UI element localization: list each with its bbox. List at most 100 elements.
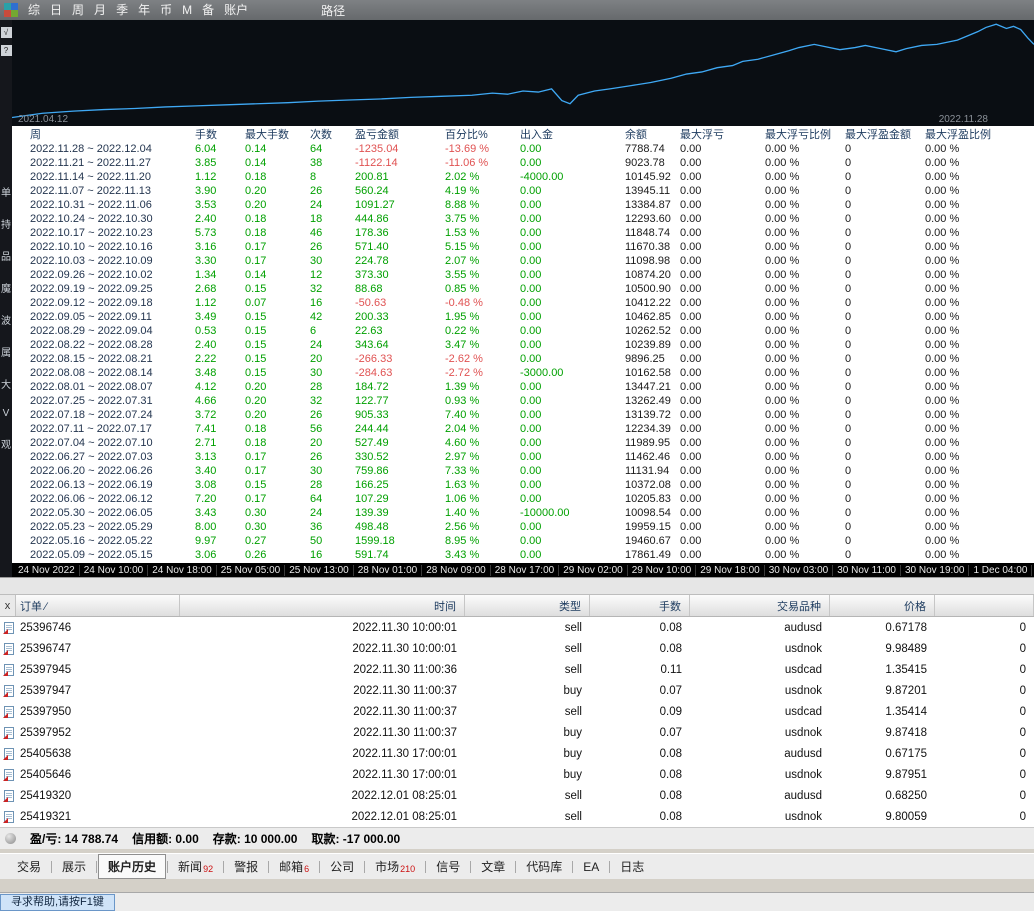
toolbar-item[interactable]: 周 [67, 1, 89, 19]
order-row[interactable]: 25405638 2022.11.30 17:00:01 buy 0.08 audusd… [0, 743, 1034, 764]
orders-column-header[interactable]: 时间 [180, 595, 465, 616]
table-row[interactable]: 2022.05.23 ~ 2022.05.29 8.00 0.30 36 498.48 2… [12, 520, 1034, 534]
left-toolbar-button[interactable]: ? [0, 45, 12, 56]
table-row[interactable]: 2022.08.22 ~ 2022.08.28 2.40 0.15 24 343.64 3… [12, 338, 1034, 352]
table-row[interactable]: 2022.06.06 ~ 2022.06.12 7.20 0.17 64 107.29 1… [12, 492, 1034, 506]
table-row[interactable]: 2022.08.08 ~ 2022.08.14 3.48 0.15 30 -284.63… [12, 366, 1034, 380]
orders-column-header[interactable] [935, 595, 1034, 616]
order-row[interactable]: 25397952 2022.11.30 11:00:37 buy 0.07 usdnok… [0, 722, 1034, 743]
bottom-tab[interactable]: 展示 [53, 855, 95, 878]
toolbar-item[interactable]: 月 [89, 1, 111, 19]
left-toolbar-item[interactable]: 单 [1, 184, 11, 199]
bottom-tab[interactable]: 邮箱 6 [270, 855, 318, 878]
order-row[interactable]: 25397950 2022.11.30 11:00:37 sell 0.09 usdca… [0, 701, 1034, 722]
table-cell: 2.04 % [445, 423, 480, 435]
orders-column-header[interactable]: 订单 ∕ [16, 595, 180, 616]
table-row[interactable]: 2022.06.13 ~ 2022.06.19 3.08 0.15 28 166.25 1… [12, 478, 1034, 492]
toolbar-item[interactable]: M [177, 1, 197, 19]
orders-column-header[interactable]: 类型 [465, 595, 590, 616]
table-cell: 0 [845, 171, 852, 183]
left-toolbar-item[interactable]: 波 [1, 312, 11, 327]
toolbar-item[interactable]: 季 [111, 1, 133, 19]
bottom-tab[interactable]: 公司 [321, 855, 363, 878]
bottom-tab[interactable]: 账户历史 [98, 854, 167, 879]
left-toolbar-item[interactable]: 持 [1, 216, 11, 231]
table-row[interactable]: 2022.11.14 ~ 2022.11.20 1.12 0.18 8 200.81 2.… [12, 170, 1034, 184]
bottom-tab[interactable]: 警报 [225, 855, 267, 878]
bottom-tab[interactable]: EA [574, 857, 608, 877]
table-row[interactable]: 2022.08.29 ~ 2022.09.04 0.53 0.15 6 22.63 0.2… [12, 324, 1034, 338]
left-toolbar-button[interactable]: √ [0, 27, 12, 38]
table-row[interactable]: 2022.09.12 ~ 2022.09.18 1.12 0.07 16 -50.63 -… [12, 296, 1034, 310]
bottom-tab[interactable]: 文章 [472, 855, 514, 878]
toolbar-item[interactable]: 备 [197, 1, 219, 19]
toolbar-item[interactable]: 账户 [219, 1, 253, 19]
table-row[interactable]: 2022.09.19 ~ 2022.09.25 2.68 0.15 32 88.68 0.… [12, 282, 1034, 296]
left-toolbar-item[interactable]: 大 [1, 376, 11, 391]
equity-chart[interactable]: 2021.04.12 2022.11.28 [12, 20, 1034, 126]
column-header[interactable]: 最大手数 [245, 126, 310, 142]
column-header[interactable]: 盈亏金额 [355, 126, 445, 142]
toolbar-item[interactable]: 日 [45, 1, 67, 19]
table-row[interactable]: 2022.06.20 ~ 2022.06.26 3.40 0.17 30 759.86 7… [12, 464, 1034, 478]
left-toolbar-item[interactable]: 属 [1, 344, 11, 359]
column-header[interactable]: 周 [12, 126, 195, 142]
table-row[interactable]: 2022.05.30 ~ 2022.06.05 3.43 0.30 24 139.39 1… [12, 506, 1034, 520]
table-row[interactable]: 2022.07.25 ~ 2022.07.31 4.66 0.20 32 122.77 0… [12, 394, 1034, 408]
orders-column-header[interactable]: 手数 [590, 595, 690, 616]
bottom-tab[interactable]: 信号 [427, 855, 469, 878]
order-row[interactable]: 25397947 2022.11.30 11:00:37 buy 0.07 usdnok… [0, 680, 1034, 701]
bottom-tab[interactable]: 交易 [8, 855, 50, 878]
close-panel-button[interactable]: x [0, 595, 16, 616]
order-row[interactable]: 25419320 2022.12.01 08:25:01 sell 0.08 audus… [0, 785, 1034, 806]
table-row[interactable]: 2022.11.21 ~ 2022.11.27 3.85 0.14 38 -1122.1… [12, 156, 1034, 170]
table-row[interactable]: 2022.11.07 ~ 2022.11.13 3.90 0.20 26 560.24 4… [12, 184, 1034, 198]
table-row[interactable]: 2022.08.15 ~ 2022.08.21 2.22 0.15 20 -266.33… [12, 352, 1034, 366]
bottom-tab[interactable]: 代码库 [517, 855, 571, 878]
order-row[interactable]: 25419321 2022.12.01 08:25:01 sell 0.08 usdno… [0, 806, 1034, 827]
column-header[interactable]: 最大浮亏 [680, 126, 765, 142]
column-header[interactable]: 最大浮亏比例 [765, 126, 845, 142]
table-row[interactable]: 2022.10.03 ~ 2022.10.09 3.30 0.17 30 224.78 2… [12, 254, 1034, 268]
table-row[interactable]: 2022.09.26 ~ 2022.10.02 1.34 0.14 12 373.30 3… [12, 268, 1034, 282]
table-cell: 0.00 % [765, 423, 800, 435]
column-header[interactable]: 次数 [310, 126, 355, 142]
table-row[interactable]: 2022.05.09 ~ 2022.05.15 3.06 0.26 16 591.74 3… [12, 548, 1034, 562]
orders-column-header[interactable]: 价格 [830, 595, 935, 616]
table-row[interactable]: 2022.10.24 ~ 2022.10.30 2.40 0.18 18 444.86 3… [12, 212, 1034, 226]
column-header[interactable]: 出入金 [520, 126, 625, 142]
table-row[interactable]: 2022.10.17 ~ 2022.10.23 5.73 0.18 46 178.36 1… [12, 226, 1034, 240]
table-row[interactable]: 2022.07.18 ~ 2022.07.24 3.72 0.20 26 905.33 7… [12, 408, 1034, 422]
toolbar-item-path[interactable]: 路径 [321, 2, 345, 19]
order-row[interactable]: 25396746 2022.11.30 10:00:01 sell 0.08 audus… [0, 617, 1034, 638]
bottom-tab[interactable]: 日志 [611, 855, 653, 878]
table-row[interactable]: 2022.11.28 ~ 2022.12.04 6.04 0.14 64 -1235.0… [12, 142, 1034, 156]
left-toolbar-item[interactable]: 品 [1, 248, 11, 263]
order-row[interactable]: 25405646 2022.11.30 17:00:01 buy 0.08 usdnok… [0, 764, 1034, 785]
table-row[interactable]: 2022.07.04 ~ 2022.07.10 2.71 0.18 20 527.49 4… [12, 436, 1034, 450]
orders-column-header[interactable]: 交易品种 [690, 595, 830, 616]
left-toolbar-item[interactable]: V [3, 408, 10, 419]
order-row[interactable]: 25397945 2022.11.30 11:00:36 sell 0.11 usdca… [0, 659, 1034, 680]
column-header[interactable]: 最大浮盈金额 [845, 126, 925, 142]
column-header[interactable]: 最大浮盈比例 [925, 126, 1034, 142]
bottom-tab[interactable]: 新闻 92 [169, 855, 222, 878]
toolbar-item[interactable]: 币 [155, 1, 177, 19]
bottom-tab[interactable]: 市场 210 [366, 855, 424, 878]
column-header[interactable]: 手数 [195, 126, 245, 142]
table-row[interactable]: 2022.06.27 ~ 2022.07.03 3.13 0.17 26 330.52 2… [12, 450, 1034, 464]
table-row[interactable]: 2022.10.31 ~ 2022.11.06 3.53 0.20 24 1091.27… [12, 198, 1034, 212]
left-toolbar-item[interactable]: 魔 [1, 280, 11, 295]
table-row[interactable]: 2022.05.16 ~ 2022.05.22 9.97 0.27 50 1599.18… [12, 534, 1034, 548]
table-row[interactable]: 2022.08.01 ~ 2022.08.07 4.12 0.20 28 184.72 1… [12, 380, 1034, 394]
order-row[interactable]: 25396747 2022.11.30 10:00:01 sell 0.08 usdno… [0, 638, 1034, 659]
column-header[interactable]: 百分比% [445, 126, 520, 142]
left-toolbar-item[interactable]: 观 [1, 436, 11, 451]
table-row[interactable]: 2022.10.10 ~ 2022.10.16 3.16 0.17 26 571.40 5… [12, 240, 1034, 254]
table-row[interactable]: 2022.07.11 ~ 2022.07.17 7.41 0.18 56 244.44 2… [12, 422, 1034, 436]
toolbar-item[interactable]: 年 [133, 1, 155, 19]
table-row[interactable]: 2022.09.05 ~ 2022.09.11 3.49 0.15 42 200.33 1… [12, 310, 1034, 324]
time-axis[interactable]: 24 Nov 2022 24 Nov 10:00 24 Nov 18:00 25 No… [12, 563, 1034, 577]
column-header[interactable]: 余额 [625, 126, 680, 142]
toolbar-item[interactable]: 综 [23, 1, 45, 19]
